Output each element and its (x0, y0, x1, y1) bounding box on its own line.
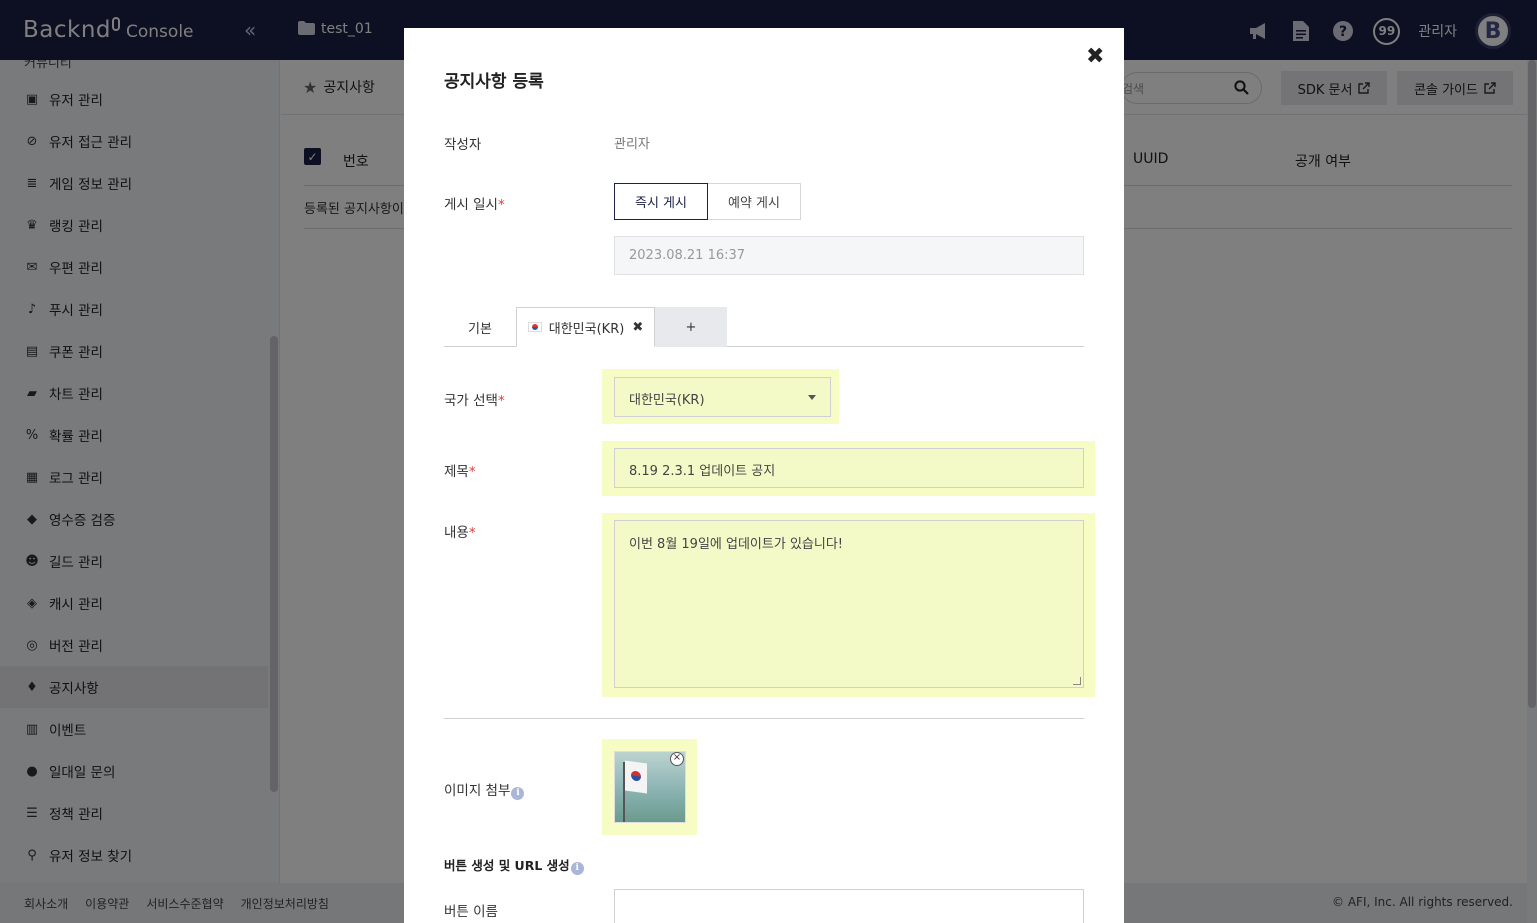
section-divider (444, 718, 1084, 719)
required-mark: * (497, 197, 505, 213)
tab-add-button[interactable]: + (655, 307, 727, 347)
title-input[interactable]: 8.19 2.3.1 업데이트 공지 (614, 448, 1084, 488)
image-label: 이미지 첨부 i (444, 779, 525, 800)
content-textarea[interactable]: 이번 8월 19일에 업데이트가 있습니다! (614, 520, 1084, 688)
tab-base[interactable]: 기본 (444, 307, 516, 347)
notice-register-modal: 공지사항 등록 ✖ 작성자 관리자 게시 일시* 즉시 게시 예약 게시 202… (404, 28, 1124, 923)
country-label: 국가 선택* (444, 389, 505, 409)
immediate-post-toggle[interactable]: 즉시 게시 (614, 183, 708, 220)
remove-image-icon[interactable]: × (670, 752, 684, 766)
content-label: 내용* (444, 521, 476, 541)
required-mark: * (497, 393, 505, 409)
resize-handle[interactable] (1073, 677, 1081, 685)
tab-korea[interactable]: 대한민국(KR) ✖ (516, 307, 655, 347)
author-label: 작성자 (444, 137, 482, 153)
post-date-label: 게시 일시* (444, 193, 505, 213)
country-label-text: 국가 선택 (444, 393, 498, 409)
button-url-section-title: 버튼 생성 및 URL 생성 (444, 858, 570, 873)
info-icon[interactable]: i (570, 862, 584, 875)
content-label-text: 내용 (444, 525, 469, 541)
post-datetime-field[interactable]: 2023.08.21 16:37 (614, 236, 1084, 275)
required-mark: * (468, 464, 476, 480)
chevron-down-icon (808, 395, 816, 400)
button-name-label: 버튼 이름 (444, 904, 498, 920)
required-mark: * (468, 525, 476, 541)
country-select[interactable]: 대한민국(KR) (614, 377, 831, 417)
korea-flag-icon (527, 322, 542, 332)
content-text: 이번 8월 19일에 업데이트가 있습니다! (629, 537, 843, 552)
title-label-text: 제목 (444, 464, 469, 480)
modal-title: 공지사항 등록 (444, 72, 544, 92)
image-label-text: 이미지 첨부 (444, 783, 511, 799)
post-date-label-text: 게시 일시 (444, 197, 498, 213)
title-label: 제목* (444, 460, 476, 480)
tab-korea-label: 대한민국(KR) (548, 321, 625, 337)
author-value: 관리자 (614, 137, 650, 152)
language-tabs: 기본 대한민국(KR) ✖ + (444, 307, 1084, 347)
tab-close-icon[interactable]: ✖ (632, 320, 643, 335)
scheduled-post-toggle[interactable]: 예약 게시 (707, 183, 801, 220)
info-icon[interactable]: i (511, 787, 525, 800)
button-url-section: 버튼 생성 및 URL 생성 i (444, 855, 584, 875)
close-icon[interactable]: ✖ (1086, 44, 1104, 69)
flag-image (625, 760, 647, 794)
button-name-input[interactable] (614, 889, 1084, 923)
country-select-value: 대한민국(KR) (629, 393, 705, 408)
